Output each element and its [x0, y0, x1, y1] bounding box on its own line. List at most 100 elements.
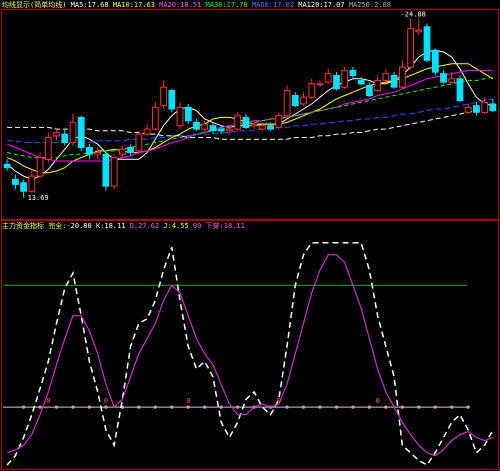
candle-body [110, 157, 118, 187]
candle-body [267, 125, 275, 130]
indicator-panel-frame [1, 220, 499, 470]
price-high-label: -24.88 [401, 10, 426, 18]
zero-line-dot [334, 405, 339, 409]
ma-legend-header: 均线显示(简单均线) MA5:17.68 MA10:17.63 MA20:18.… [2, 1, 391, 9]
ma-line-ma5 [6, 49, 494, 180]
candle-body [86, 147, 93, 155]
candle-body [374, 80, 382, 92]
chart-canvas: -24.88 13.69 0 0 0 0 0 [1, 9, 499, 470]
ma-legend-item: MA30:17.78 [201, 1, 248, 9]
ma-legend-item: MA60:17.02 [247, 1, 295, 9]
candle-body [209, 125, 217, 132]
candle-body [448, 78, 456, 83]
zero-line-dot [417, 405, 421, 409]
indicator-legend-header: 主力资金指标 完全:-20.80 K:18.11 D:27.62 J:4.55 … [2, 222, 245, 230]
zero-line-dot [285, 405, 289, 409]
candle-body [390, 74, 398, 88]
candle-body [168, 90, 176, 110]
candle-body [259, 125, 266, 130]
ma-legend-item: 均线显示(简单均线) [2, 1, 67, 9]
candle-body [53, 132, 60, 137]
zero-line-dot [466, 405, 470, 409]
candle-body [275, 115, 283, 128]
candle-body [431, 49, 439, 73]
candle-body [456, 78, 464, 102]
candle-body [77, 116, 85, 149]
candle-body [160, 86, 167, 107]
indicator-legend-item: J:4.55 [159, 222, 189, 230]
zero-line-dot [318, 405, 322, 409]
candle-body [135, 133, 143, 152]
candle-body [36, 157, 44, 177]
zero-line-dot [87, 405, 92, 409]
candle-body [226, 128, 233, 132]
ma-legend-item: MA120:17.07 [294, 1, 345, 9]
candle-body [250, 123, 258, 127]
candle-body [44, 137, 52, 160]
zero-line-dot [219, 405, 223, 409]
indicator-legend-item: 99 下穿:18.11 [188, 222, 245, 230]
indicator-legend-item: K:18.11 [91, 222, 126, 230]
zero-line-dot [71, 405, 75, 409]
candle-body [193, 121, 200, 130]
indicator-legend-item: 主力资金指标 完全: [2, 222, 67, 230]
signal-marker: 0 [376, 397, 380, 405]
candle-body [382, 73, 390, 81]
zero-line-dot [170, 405, 174, 409]
candle-body [143, 128, 151, 135]
indicator-legend-item: -20.80 [66, 222, 92, 230]
candle-body [102, 153, 110, 187]
candle-body [28, 175, 36, 192]
candle-body [127, 147, 134, 153]
candle-body [184, 106, 192, 122]
candle-body [440, 73, 447, 83]
candle-body [464, 106, 472, 113]
candle-body [151, 106, 159, 130]
candle-body [407, 28, 415, 68]
ma-legend-item: MA10:17.63 [108, 1, 155, 9]
candle-body [333, 74, 340, 90]
candle-body [119, 148, 126, 155]
candle-body [242, 116, 250, 129]
zero-line-dot [21, 405, 26, 409]
candle-body [69, 121, 77, 144]
candle-body [217, 128, 225, 132]
indicator-legend-item: D:27.62 [125, 222, 160, 230]
candle-body [423, 26, 431, 61]
candle-body [398, 66, 406, 88]
zero-line-dot [301, 405, 306, 409]
signal-marker: 0 [104, 397, 108, 405]
zero-line-dot [433, 405, 437, 409]
zero-line-dot [203, 405, 207, 409]
ma-legend-item: MA20:18.51 [154, 1, 202, 9]
zero-line-dot [236, 405, 240, 409]
zero-line-dot [137, 405, 141, 409]
zero-line-dot [186, 405, 190, 409]
ma-legend-item: MA250:2.08 [344, 1, 391, 9]
candle-body [300, 96, 307, 105]
candle-body [324, 73, 332, 83]
stock-chart-window: -24.88 13.69 0 0 0 0 0 均线显示(简单均线) MA5:17.68 MA… [0, 0, 500, 471]
candle-body [61, 133, 69, 144]
zero-line-dot [400, 405, 404, 409]
candle-body [308, 83, 316, 98]
zero-line-dot [38, 405, 42, 409]
candle-body [357, 80, 365, 85]
ma-legend-item: MA5:17.68 [66, 1, 109, 9]
candle-body [473, 105, 480, 113]
zero-line-dot [351, 405, 355, 409]
candle-body [366, 85, 373, 97]
signal-marker: 0 [277, 397, 281, 405]
indicator-line-k [6, 241, 494, 466]
candle-body [176, 106, 184, 127]
candle-body [316, 83, 324, 86]
zero-line-dot [367, 405, 371, 409]
price-low-label: 13.69 [28, 194, 49, 202]
candle-body [415, 29, 423, 33]
candle-body [20, 182, 28, 192]
candle-body [3, 163, 11, 169]
candle-body [489, 103, 497, 112]
zero-line-dot [384, 405, 388, 409]
zero-line-dot [104, 405, 108, 409]
candle-body [201, 123, 209, 130]
